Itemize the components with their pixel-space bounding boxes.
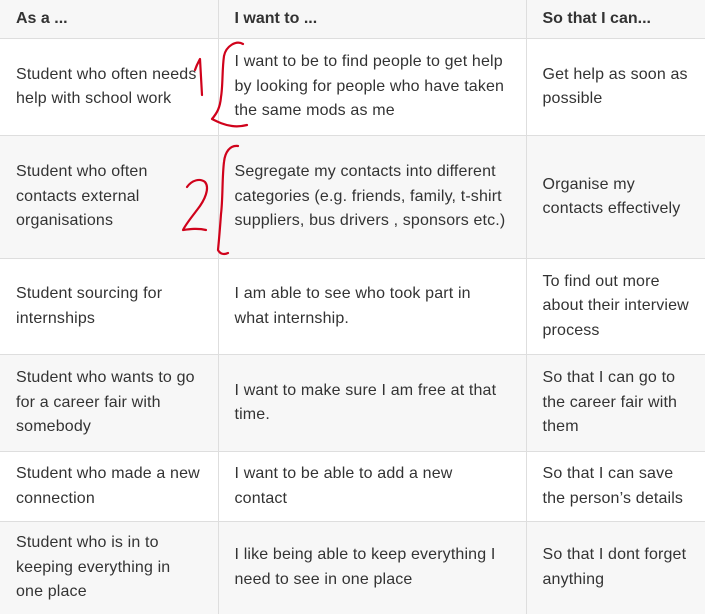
table-row: Student who often contacts external orga… [0, 135, 705, 259]
header-as-a: As a ... [0, 0, 219, 39]
cell-text: Student who often needs help with school… [16, 65, 197, 108]
cell-goal: So that I can go to the career fair with… [525, 354, 705, 452]
cell-text: Student sourcing for internships [16, 285, 163, 327]
cell-goal: To find out more about their interview p… [525, 258, 705, 355]
header-so-that: So that I can... [525, 0, 705, 39]
table-row: Student who made a new connection I want… [0, 451, 705, 522]
table-row: Student who wants to go for a career fai… [0, 354, 705, 452]
cell-text: I am able to see who took part in what i… [234, 285, 471, 327]
cell-text: Student who made a new connection [16, 465, 200, 507]
cell-want: I want to make sure I am free at that ti… [217, 354, 527, 452]
table-header-row: As a ... I want to ... So that I can... [0, 0, 705, 39]
cell-text: So that I can save the person’s details [542, 465, 684, 507]
cell-text: I want to be to find people to get help … [234, 53, 505, 120]
header-i-want-to: I want to ... [217, 0, 527, 39]
cell-text: So that I dont forget anything [542, 546, 687, 588]
cell-text: Organise my contacts effectively [542, 175, 681, 218]
cell-want: I want to be able to add a new contact [217, 451, 527, 522]
cell-text: Student who wants to go for a career fai… [16, 369, 195, 436]
cell-want: I want to be to find people to get help … [217, 38, 527, 136]
cell-role: Student sourcing for internships [0, 258, 219, 355]
cell-text: Segregate my contacts into different cat… [234, 163, 506, 230]
cell-role: Student who often needs help with school… [0, 38, 219, 136]
table-row: Student who often needs help with school… [0, 38, 705, 136]
cell-role: Student who is in to keeping everything … [0, 521, 219, 614]
user-stories-table: As a ... I want to ... So that I can... … [0, 0, 705, 614]
cell-role: Student who wants to go for a career fai… [0, 354, 219, 452]
cell-text: I want to be able to add a new contact [234, 465, 453, 507]
cell-text: Student who is in to keeping everything … [16, 534, 171, 600]
cell-text: So that I can go to the career fair with… [542, 369, 678, 436]
cell-text: I like being able to keep everything I n… [234, 546, 496, 588]
cell-want: I like being able to keep everything I n… [217, 521, 527, 614]
cell-want: I am able to see who took part in what i… [217, 258, 527, 355]
cell-text: Get help as soon as possible [542, 65, 688, 108]
cell-text: To find out more about their interview p… [542, 272, 689, 339]
cell-text: Student who often contacts external orga… [16, 163, 148, 230]
cell-text: I want to make sure I am free at that ti… [234, 381, 497, 424]
cell-goal: Organise my contacts effectively [525, 135, 705, 259]
cell-role: Student who often contacts external orga… [0, 135, 219, 259]
cell-goal: Get help as soon as possible [525, 38, 705, 136]
cell-goal: So that I dont forget anything [525, 521, 705, 614]
table-row: Student who is in to keeping everything … [0, 521, 705, 614]
table-row: Student sourcing for internships I am ab… [0, 258, 705, 355]
cell-want: Segregate my contacts into different cat… [217, 135, 527, 259]
cell-role: Student who made a new connection [0, 451, 219, 522]
cell-goal: So that I can save the person’s details [525, 451, 705, 522]
